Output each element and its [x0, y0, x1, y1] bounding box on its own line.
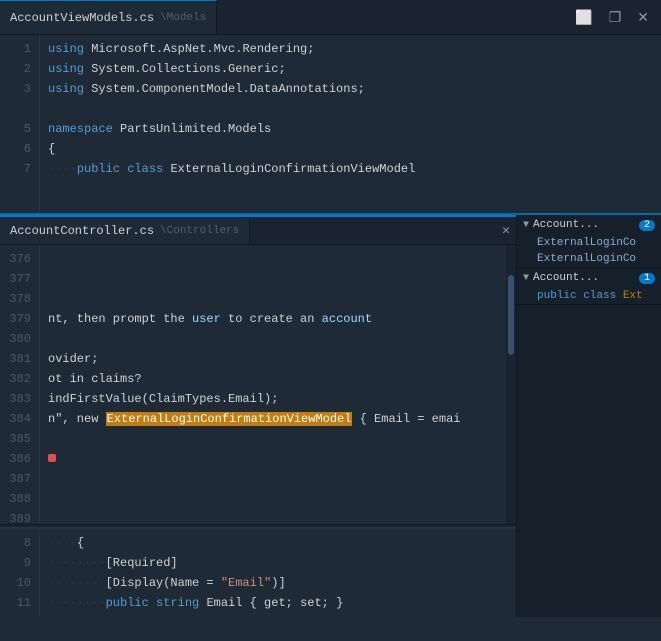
- cursor-line: [0, 213, 661, 215]
- bottom-tab-filename: AccountController.cs: [10, 224, 154, 238]
- bottom-line-numbers: 376 377 378 379 380 381 382 383 384 385 …: [0, 245, 40, 524]
- window-actions: ⬜ ❐ ✕: [571, 7, 661, 28]
- tab-account-controller[interactable]: AccountController.cs \Controllers: [0, 217, 250, 244]
- rp-item-0-1[interactable]: ExternalLoginCo: [517, 251, 661, 267]
- lower-line-numbers: 8 9 10 11: [0, 529, 40, 617]
- code-line-381: ovider;: [48, 349, 498, 369]
- tile-button[interactable]: ⬜: [571, 7, 596, 28]
- bottom-code-wrapper: 376 377 378 379 380 381 382 383 384 385 …: [0, 245, 516, 524]
- rp-section-1-label: Account...: [533, 219, 635, 231]
- code-line-6: {: [48, 139, 653, 159]
- rp-section-2-badge: 1: [639, 273, 655, 284]
- rp-section-2-header[interactable]: ▼ Account... 1: [517, 268, 661, 288]
- lower-code-line-10: ········[Display(Name = "Email")]: [48, 573, 508, 593]
- code-line-1: using Microsoft.AspNet.Mvc.Rendering;: [48, 39, 653, 59]
- close-bottom-panel-button[interactable]: ✕: [496, 224, 516, 237]
- code-line-382: ot in claims?: [48, 369, 498, 389]
- lower-code-line-11: ········public string Email { get; set; …: [48, 593, 508, 613]
- tab-filename: AccountViewModels.cs: [10, 11, 154, 25]
- code-line-385: [48, 429, 498, 449]
- code-line-388: [48, 489, 498, 509]
- rp-arrow-2: ▼: [523, 273, 529, 284]
- top-editor: 1 2 3 5 6 7 using Microsoft.AspNet.Mvc.R…: [0, 35, 661, 215]
- tab-account-view-models[interactable]: AccountViewModels.cs \Models: [0, 0, 217, 34]
- top-line-numbers: 1 2 3 5 6 7: [0, 35, 40, 215]
- code-line-379: nt, then prompt the user to create an ac…: [48, 309, 498, 329]
- code-line-380: [48, 329, 498, 349]
- bottom-code-area[interactable]: nt, then prompt the user to create an ac…: [40, 245, 506, 524]
- code-line-376: [48, 249, 498, 269]
- rp-item-1-0[interactable]: public class Ext: [517, 288, 661, 304]
- code-line-3: using System.ComponentModel.DataAnnotati…: [48, 79, 653, 99]
- code-line-4: [48, 99, 653, 119]
- bottom-tab-bar: AccountController.cs \Controllers ✕: [0, 215, 516, 245]
- code-line-383: indFirstValue(ClaimTypes.Email);: [48, 389, 498, 409]
- rp-section-1-badge: 2: [639, 220, 655, 231]
- code-line-386: [48, 449, 498, 469]
- code-line-2: using System.Collections.Generic;: [48, 59, 653, 79]
- code-line-384: n", new ExternalLoginConfirmationViewMod…: [48, 409, 498, 429]
- rp-arrow-1: ▼: [523, 220, 529, 231]
- restore-button[interactable]: ❐: [605, 7, 626, 28]
- bottom-tab-breadcrumb: \Controllers: [160, 225, 239, 237]
- lower-code-area[interactable]: ····{ ········[Required] ········[Displa…: [40, 529, 516, 617]
- rp-item-0-0[interactable]: ExternalLoginCo: [517, 235, 661, 251]
- lower-code-line-9: ········[Required]: [48, 553, 508, 573]
- tab-breadcrumb: \Models: [160, 12, 206, 24]
- rp-section-1: ▼ Account... 2 ExternalLoginCo ExternalL…: [517, 215, 661, 268]
- code-line-5: namespace PartsUnlimited.Models: [48, 119, 653, 139]
- code-line-378: [48, 289, 498, 309]
- rp-section-1-header[interactable]: ▼ Account... 2: [517, 215, 661, 235]
- top-tab-bar: AccountViewModels.cs \Models ⬜ ❐ ✕: [0, 0, 661, 35]
- lower-code-section: 8 9 10 11 ····{ ········[Required] ·····…: [0, 527, 516, 617]
- code-line-387: [48, 469, 498, 489]
- code-line-377: [48, 269, 498, 289]
- code-line-389: [48, 509, 498, 524]
- scrollbar-thumb[interactable]: [508, 275, 514, 355]
- bottom-editor-split: AccountController.cs \Controllers ✕ 376 …: [0, 215, 661, 617]
- right-panel: ▼ Account... 2 ExternalLoginCo ExternalL…: [516, 215, 661, 617]
- close-top-button[interactable]: ✕: [633, 7, 653, 28]
- code-line-7: ····public class ExternalLoginConfirmati…: [48, 159, 653, 179]
- rp-section-2: ▼ Account... 1 public class Ext: [517, 268, 661, 305]
- lower-code-line-8: ····{: [48, 533, 508, 553]
- vertical-scrollbar[interactable]: [506, 245, 516, 524]
- rp-section-2-label: Account...: [533, 272, 635, 284]
- bottom-editor: AccountController.cs \Controllers ✕ 376 …: [0, 215, 516, 617]
- top-code-area[interactable]: using Microsoft.AspNet.Mvc.Rendering; us…: [40, 35, 661, 215]
